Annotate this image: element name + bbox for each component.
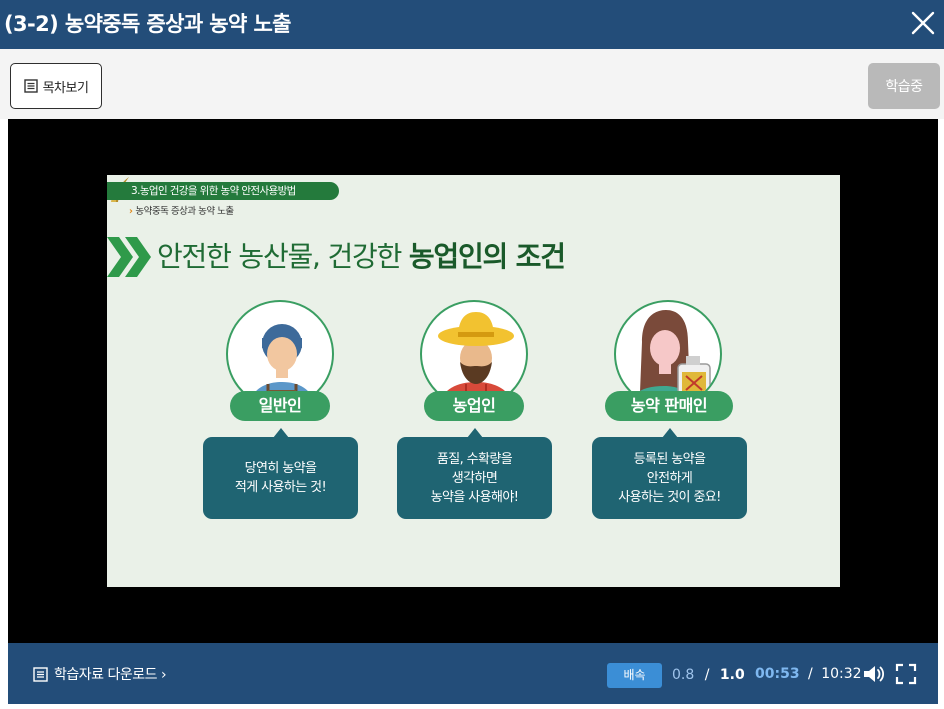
slide-title-plain: 안전한 농산물, 건강한: [157, 240, 409, 273]
volume-icon[interactable]: [861, 662, 885, 690]
study-status-button[interactable]: 학습중: [868, 63, 940, 109]
bubble-line: 당연히 농약을: [244, 461, 317, 476]
slide-breadcrumb: 3.농업인 건강을 위한 농약 안전사용방법: [107, 182, 339, 200]
slide-sub-breadcrumb: › 농약중독 증상과 농약 노출: [129, 203, 234, 217]
chevron-right-icon: ›: [129, 206, 133, 217]
time-total: 10:32: [821, 666, 862, 682]
toc-button[interactable]: 목차보기: [10, 63, 102, 109]
double-arrow-icon: [107, 237, 151, 277]
slide-title-strong: 농업인의 조건: [408, 240, 566, 273]
role-label-pesticide-seller: 농약 판매인: [605, 391, 733, 421]
bubble-general-public: 당연히 농약을 적게 사용하는 것!: [203, 428, 358, 519]
speed-button[interactable]: 배속: [607, 663, 662, 688]
download-materials-label: 학습자료 다운로드 ›: [54, 667, 167, 683]
role-label-general-public: 일반인: [230, 391, 330, 421]
time-separator: /: [808, 666, 813, 682]
bubble-line: 사용하는 것이 중요!: [618, 489, 721, 505]
bubble-line: 품질, 수확량을: [436, 451, 513, 467]
bubble-farmer: 품질, 수확량을 생각하면 농약을 사용해야!: [397, 428, 552, 519]
toc-button-label: 목차보기: [42, 80, 89, 96]
time-current: 00:53: [755, 666, 800, 682]
fullscreen-icon[interactable]: [894, 662, 918, 690]
title-bar: (3-2) 농약중독 증상과 농약 노출: [0, 0, 944, 49]
close-icon[interactable]: [908, 8, 938, 38]
lesson-title: (3-2) 농약중독 증상과 농약 노출: [4, 12, 292, 36]
bubble-line: 등록된 농약을: [633, 451, 706, 467]
list-icon: [23, 79, 38, 93]
role-label-farmer: 농업인: [424, 391, 524, 421]
video-player[interactable]: 3.농업인 건강을 위한 농약 안전사용방법 › 농약중독 증상과 농약 노출 안…: [8, 119, 938, 643]
document-icon: [33, 666, 48, 682]
bottom-strip: [0, 704, 944, 709]
playback-time: 00:53 / 10:32: [755, 666, 862, 682]
toolbar: 목차보기 학습중: [0, 49, 944, 119]
player-controls: 학습자료 다운로드 › 배속 0.8 / 1.0 00:53 / 10:32: [8, 643, 938, 704]
bubble-line: 농약을 사용해야!: [430, 489, 519, 505]
bubble-line: 안전하게: [646, 470, 693, 486]
bubble-line: 적게 사용하는 것!: [234, 480, 327, 495]
bubble-line: 생각하면: [451, 470, 498, 486]
speed-current[interactable]: 0.8: [672, 667, 694, 683]
download-materials-link[interactable]: 학습자료 다운로드 ›: [33, 664, 167, 684]
bubble-pesticide-seller: 등록된 농약을 안전하게 사용하는 것이 중요!: [592, 428, 747, 519]
lecture-slide: 3.농업인 건강을 위한 농약 안전사용방법 › 농약중독 증상과 농약 노출 안…: [107, 175, 840, 587]
speed-max[interactable]: 1.0: [720, 667, 745, 683]
speed-values: 0.8 / 1.0: [672, 667, 745, 683]
speed-separator: /: [704, 667, 710, 683]
slide-title: 안전한 농산물, 건강한 농업인의 조건: [157, 235, 566, 275]
sub-breadcrumb-text: 농약중독 증상과 농약 노출: [135, 206, 234, 217]
